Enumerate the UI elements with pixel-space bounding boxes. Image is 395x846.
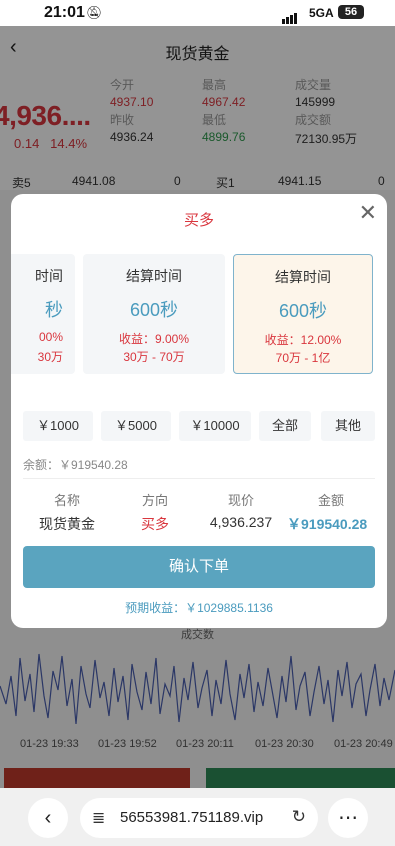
card-title: 结算时间 [275, 269, 331, 285]
card-range: 30万 - 70万 [123, 350, 185, 364]
expected-profit: 预期收益：￥1029885.1136 [125, 601, 273, 615]
amount-other-button[interactable]: 其他 [321, 411, 375, 441]
col-direction: 方向 [141, 493, 168, 508]
settlement-card-2[interactable]: 结算时间 600秒 收益：9.00% 30万 - 70万 [83, 254, 225, 374]
amount-10000-button[interactable]: ￥10000 [179, 411, 251, 441]
modal-title: 买多 [183, 212, 214, 229]
status-time: 21:01 [44, 4, 85, 21]
browser-toolbar: ‹ ≣ 56553981.751189.vip ↻ ⋯ [0, 788, 395, 846]
card-seconds: 秒 [45, 300, 63, 320]
balance-text: 余额：￥919540.28 [23, 458, 128, 472]
order-direction: 买多 [141, 516, 169, 532]
order-price: 4,936.237 [209, 514, 273, 530]
browser-back-icon[interactable]: ‹ [28, 798, 68, 838]
more-icon[interactable]: ⋯ [328, 798, 368, 838]
signal-icon [282, 6, 298, 24]
page-info-icon[interactable]: ≣ [92, 808, 105, 828]
settlement-card-3[interactable]: 结算时间 600秒 收益：12.00% 70万 - 1亿 [233, 254, 373, 374]
card-title: 时间 [35, 268, 63, 284]
order-name: 现货黄金 [39, 516, 95, 532]
network-type: 5GA [309, 6, 334, 20]
card-seconds: 600秒 [278, 301, 328, 321]
divider [23, 478, 375, 479]
order-amount: ￥919540.28 [287, 516, 368, 532]
reload-icon[interactable]: ↻ [292, 807, 306, 827]
card-range: 70万 - 1亿 [275, 351, 331, 365]
amount-all-button[interactable]: 全部 [259, 411, 311, 441]
address-bar[interactable]: ≣ 56553981.751189.vip ↻ [80, 798, 318, 838]
card-range: 30万 [37, 350, 63, 364]
card-title: 结算时间 [126, 268, 182, 284]
card-seconds: 600秒 [129, 300, 179, 320]
status-bar: 21:01 🔕︎ 5GA 56 [0, 0, 395, 26]
amount-1000-button[interactable]: ￥1000 [23, 411, 93, 441]
card-yield: 00% [38, 330, 63, 344]
amount-5000-button[interactable]: ￥5000 [101, 411, 171, 441]
url-text: 56553981.751189.vip [120, 809, 264, 826]
settlement-card-1[interactable]: 时间 秒 00% 30万 [11, 254, 75, 374]
mute-bell-icon: 🔕︎ [86, 5, 103, 20]
col-amount: 金额 [317, 493, 344, 508]
card-yield: 收益：12.00% [264, 333, 342, 347]
col-name: 名称 [53, 493, 80, 508]
order-modal: 买多 ✕ 时间 秒 00% 30万 结算时间 600秒 收益：9.00% 30万… [11, 194, 387, 628]
card-yield: 收益：9.00% [118, 332, 190, 346]
battery-icon: 56 [338, 5, 364, 19]
confirm-order-button[interactable]: 确认下单 [23, 546, 375, 588]
col-price: 现价 [227, 493, 254, 508]
close-icon[interactable]: ✕ [359, 200, 377, 226]
